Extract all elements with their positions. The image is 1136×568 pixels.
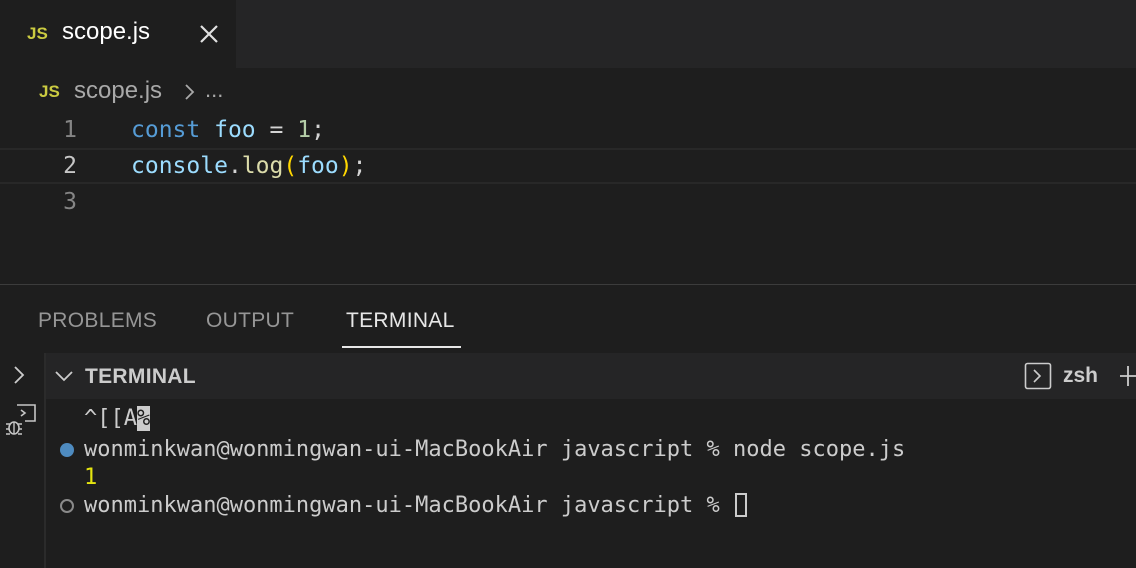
punctuation-token: . — [227, 153, 242, 179]
command-pending-dot[interactable] — [60, 499, 74, 513]
close-icon[interactable] — [196, 18, 222, 48]
prompt-text: wonminkwan@wonmingwan-ui-MacBookAir java… — [84, 493, 734, 518]
terminal-output-line: 1 — [84, 465, 98, 490]
line-code: console.log(foo); — [131, 148, 366, 184]
variable-token: foo — [214, 117, 256, 143]
line-number: 2 — [63, 153, 77, 179]
function-token: log — [241, 153, 284, 179]
tab-problems[interactable]: PROBLEMS — [38, 309, 157, 333]
code-line: 1 const foo = 1; — [0, 112, 1136, 148]
terminal-shell-name[interactable]: zsh — [1063, 364, 1098, 388]
tab-terminal[interactable]: TERMINAL — [346, 309, 455, 333]
javascript-file-icon: JS — [27, 24, 48, 43]
terminal-command-line: wonminkwan@wonmingwan-ui-MacBookAir java… — [84, 437, 906, 462]
tab-scope-js[interactable]: JS scope.js — [0, 0, 236, 68]
tab-title: scope.js — [62, 18, 151, 45]
punctuation-token: ; — [311, 117, 325, 143]
bracket-token: ) — [338, 153, 353, 179]
partial-line-marker: % — [136, 406, 151, 431]
editor-tab-bar: JS scope.js — [0, 0, 1136, 68]
panel-side-strip — [0, 353, 46, 568]
number-token: 1 — [297, 117, 312, 143]
chevron-right-icon[interactable] — [9, 363, 29, 387]
terminal-cursor — [735, 493, 748, 517]
tab-output[interactable]: OUTPUT — [206, 309, 294, 333]
plus-icon[interactable] — [1118, 364, 1136, 388]
breadcrumb-file[interactable]: scope.js — [74, 77, 162, 105]
panel-tab-bar: PROBLEMS OUTPUT TERMINAL — [0, 285, 1136, 353]
object-token: console — [131, 153, 228, 179]
code-line: 3 — [0, 184, 1136, 220]
variable-token: foo — [297, 153, 339, 179]
command-success-dot[interactable] — [60, 443, 74, 457]
debug-console-icon[interactable] — [3, 401, 39, 437]
punctuation-token: ; — [352, 153, 367, 179]
chevron-down-icon[interactable] — [53, 365, 75, 387]
keyword-token: const — [131, 117, 201, 143]
escape-sequence-text: ^[[A — [84, 406, 137, 431]
line-number: 3 — [63, 189, 77, 215]
terminal-section-title[interactable]: TERMINAL — [85, 365, 196, 389]
chevron-right-icon — [183, 82, 197, 102]
javascript-file-icon: JS — [39, 82, 60, 101]
operator-token: = — [269, 117, 284, 143]
active-tab-indicator — [342, 346, 461, 348]
code-line-current: 2 console.log(foo); — [0, 148, 1136, 184]
line-code: const foo = 1; — [131, 112, 325, 148]
terminal-header: TERMINAL zsh — [46, 353, 1136, 399]
breadcrumb: JS scope.js ... — [0, 68, 1136, 112]
terminal-line: ^[[A% — [84, 405, 151, 433]
code-editor[interactable]: 1 const foo = 1; 2 console.log(foo); 3 — [0, 112, 1136, 284]
breadcrumb-symbols[interactable]: ... — [205, 77, 223, 103]
line-number: 1 — [63, 117, 77, 143]
terminal-shell-icon[interactable] — [1024, 362, 1052, 390]
terminal-prompt-line: wonminkwan@wonmingwan-ui-MacBookAir java… — [84, 492, 748, 520]
terminal-output[interactable]: ^[[A% wonminkwan@wonmingwan-ui-MacBookAi… — [46, 399, 1136, 568]
bracket-token: ( — [283, 153, 298, 179]
